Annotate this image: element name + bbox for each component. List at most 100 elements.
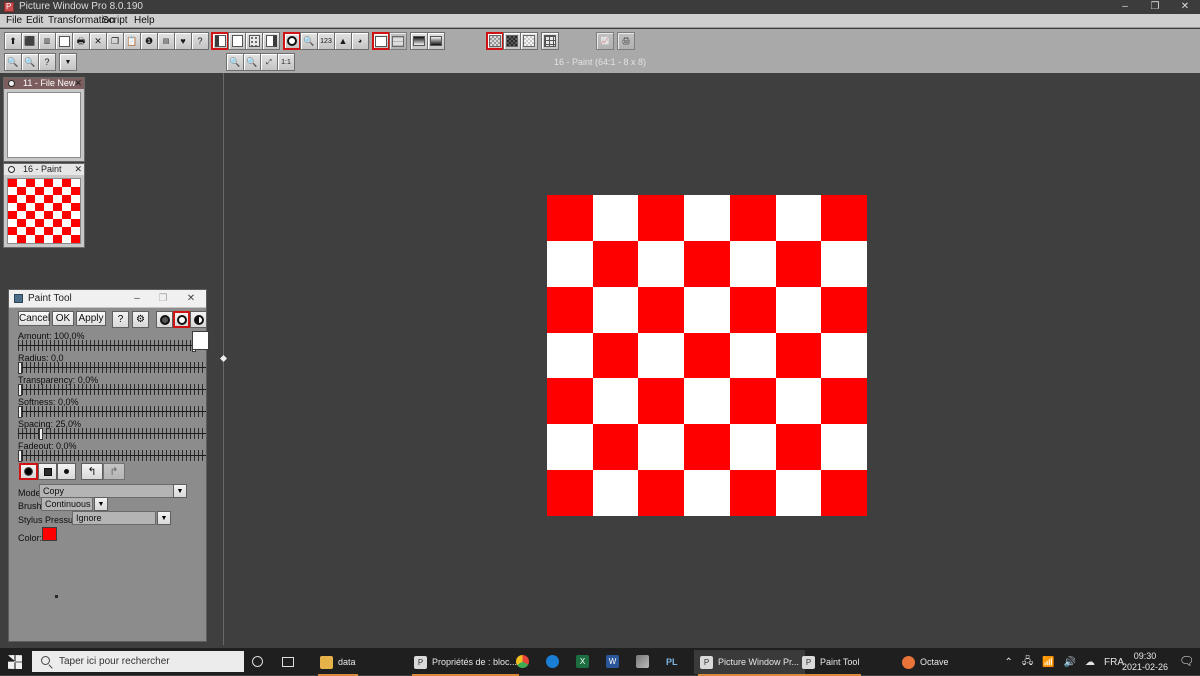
canvas-cell[interactable]: [684, 195, 730, 241]
canvas-cell[interactable]: [593, 241, 639, 287]
canvas-cell[interactable]: [776, 333, 822, 379]
menu-item-script[interactable]: Script: [98, 15, 132, 27]
canvas-cell[interactable]: [821, 333, 867, 379]
transparency-slider-knob[interactable]: [18, 384, 22, 396]
canvas-cell[interactable]: [730, 424, 776, 470]
taskbar-item-paint-tool[interactable]: P Paint Tool: [796, 650, 865, 674]
canvas-cell[interactable]: [638, 195, 684, 241]
canvas-cell[interactable]: [638, 470, 684, 516]
edge-icon[interactable]: [546, 652, 559, 671]
scanner-icon[interactable]: ▥: [38, 32, 56, 50]
mode-select-chevron-down-icon[interactable]: ▼: [173, 484, 187, 498]
canvas-cell[interactable]: [776, 378, 822, 424]
thumbnail-window-paint[interactable]: 16 - Paint ✕: [3, 163, 85, 248]
word-icon[interactable]: W: [606, 652, 619, 671]
canvas-cell[interactable]: [730, 241, 776, 287]
redo-icon[interactable]: ↱: [103, 463, 125, 480]
rows-icon[interactable]: [389, 32, 407, 50]
circle-dark-icon[interactable]: [156, 311, 173, 328]
chevron-up-icon[interactable]: ⌃: [1005, 657, 1013, 668]
chrome-icon[interactable]: [516, 652, 529, 671]
brush-select-chevron-down-icon[interactable]: ▼: [94, 497, 108, 511]
excel-icon[interactable]: X: [576, 652, 589, 671]
transparency-slider[interactable]: [18, 384, 206, 396]
task-view-icon[interactable]: [282, 652, 294, 671]
page-blank-icon[interactable]: [228, 32, 246, 50]
canvas-cell[interactable]: [684, 287, 730, 333]
canvas-cell[interactable]: [638, 424, 684, 470]
blank-image-icon[interactable]: [55, 32, 73, 50]
amount-slider[interactable]: [18, 340, 196, 352]
stylus-pressure-select[interactable]: Ignore: [72, 511, 156, 525]
favorite-heart-icon[interactable]: ♥: [174, 32, 192, 50]
paint-tool-close-button[interactable]: ✕: [178, 290, 204, 307]
levels-icon[interactable]: ▤: [157, 32, 175, 50]
network-icon[interactable]: 🖧: [1022, 654, 1033, 671]
apply-button[interactable]: Apply: [76, 311, 106, 326]
taskbar-item-picture-window-pro[interactable]: P Picture Window Pr...: [694, 650, 805, 674]
close-icon-2[interactable]: ✕: [74, 164, 82, 175]
canvas-cell[interactable]: [776, 195, 822, 241]
grid-icon[interactable]: [541, 32, 559, 50]
stylus-pressure-chevron-down-icon[interactable]: ▼: [157, 511, 171, 525]
settings-gear-icon[interactable]: ⚙: [132, 311, 149, 328]
help-button[interactable]: ?: [112, 311, 129, 328]
checker-dark-icon[interactable]: [503, 32, 521, 50]
close-icon[interactable]: ✕: [74, 78, 82, 89]
undo-icon[interactable]: ↰: [81, 463, 103, 480]
spacing-slider-knob[interactable]: [39, 428, 43, 440]
numbers-icon[interactable]: 123: [317, 32, 335, 50]
wifi-icon[interactable]: 📶: [1042, 657, 1054, 668]
canvas-cell[interactable]: [547, 195, 593, 241]
paint-tool-dialog[interactable]: Paint Tool – ❐ ✕ Cancel OK Apply ? ⚙ Amo…: [8, 289, 207, 642]
mode-select[interactable]: Copy: [39, 484, 181, 498]
brush-small-icon[interactable]: [57, 463, 76, 480]
close-image-icon[interactable]: ✕: [89, 32, 107, 50]
clock[interactable]: 09:30 2021-02-26: [1122, 651, 1168, 673]
canvas-cell[interactable]: [684, 378, 730, 424]
thumbnail-window-file-new[interactable]: 11 - File New ✕: [3, 77, 85, 162]
canvas-cell[interactable]: [821, 195, 867, 241]
fadeout-slider[interactable]: [18, 450, 206, 462]
canvas-cell[interactable]: [547, 378, 593, 424]
canvas-cell[interactable]: [730, 470, 776, 516]
cortana-circle-icon[interactable]: [252, 652, 263, 671]
brush-soft-icon[interactable]: [19, 463, 38, 480]
canvas-cell[interactable]: [821, 470, 867, 516]
taskbar-item-proprietes[interactable]: P Propriétés de : bloc...: [408, 650, 523, 674]
canvas-cell[interactable]: [547, 241, 593, 287]
mountain-icon[interactable]: ▲: [334, 32, 352, 50]
ok-button[interactable]: OK: [52, 311, 74, 326]
gradient-down-icon[interactable]: [410, 32, 428, 50]
printer-icon[interactable]: 🖨: [617, 32, 635, 50]
radius-slider-knob[interactable]: [18, 362, 22, 374]
fadeout-slider-knob[interactable]: [18, 450, 22, 462]
canvas-cell[interactable]: [593, 333, 639, 379]
canvas-cell[interactable]: [821, 378, 867, 424]
copy-icon[interactable]: ❐: [106, 32, 124, 50]
circle-half-icon[interactable]: [190, 311, 207, 328]
save-file-icon[interactable]: ⬛: [21, 32, 39, 50]
canvas-cell[interactable]: [593, 287, 639, 333]
minimize-button[interactable]: –: [1110, 0, 1140, 14]
softness-slider-knob[interactable]: [18, 406, 22, 418]
canvas-cell[interactable]: [684, 470, 730, 516]
print-icon[interactable]: 🖶: [72, 32, 90, 50]
open-file-icon[interactable]: ⬆: [4, 32, 22, 50]
canvas-cell[interactable]: [776, 424, 822, 470]
softness-slider[interactable]: [18, 406, 206, 418]
canvas-cell[interactable]: [821, 241, 867, 287]
radius-slider[interactable]: [18, 362, 206, 374]
gradient-up-icon[interactable]: [427, 32, 445, 50]
canvas-cell[interactable]: [547, 287, 593, 333]
canvas-cell[interactable]: [638, 333, 684, 379]
canvas-cell[interactable]: [776, 241, 822, 287]
two-column-icon[interactable]: [372, 32, 390, 50]
canvas-cell[interactable]: [821, 287, 867, 333]
paint-tool-maximize-button[interactable]: ❐: [150, 290, 176, 307]
thumbnail-preview-checkerboard[interactable]: [7, 178, 81, 244]
canvas-cell[interactable]: [684, 241, 730, 287]
canvas-cell[interactable]: [730, 287, 776, 333]
pl-icon[interactable]: PL: [666, 652, 678, 671]
circle-hollow-icon[interactable]: [173, 311, 190, 328]
